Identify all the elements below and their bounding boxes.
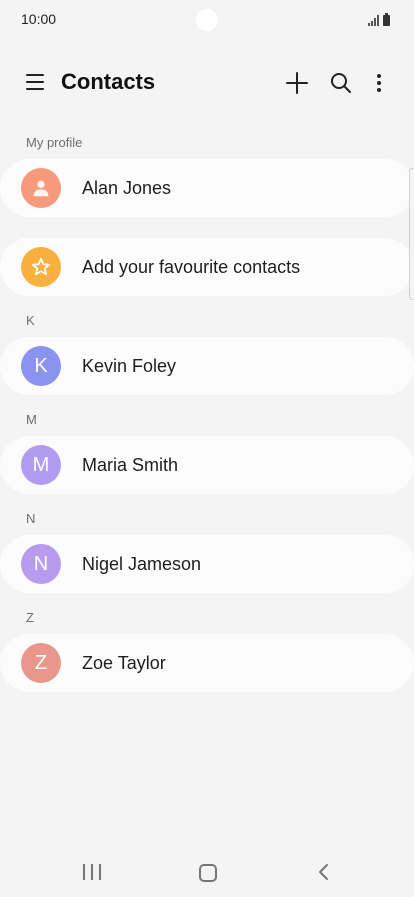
contact-avatar: Z	[21, 643, 61, 683]
menu-icon[interactable]	[26, 74, 44, 90]
star-icon	[31, 257, 51, 276]
app-bar: Contacts	[0, 58, 414, 108]
recents-button[interactable]	[83, 864, 101, 880]
search-icon[interactable]	[329, 71, 353, 95]
contact-row[interactable]: M Maria Smith	[0, 436, 414, 494]
profile-card[interactable]: Alan Jones	[0, 159, 414, 217]
section-label-my-profile: My profile	[26, 135, 83, 150]
status-bar: 10:00	[0, 0, 414, 38]
profile-avatar	[21, 168, 61, 208]
contact-avatar: M	[21, 445, 61, 485]
more-options-icon[interactable]	[367, 71, 391, 95]
back-button[interactable]	[316, 863, 332, 881]
contact-name: Nigel Jameson	[82, 554, 202, 574]
contact-name: Maria Smith	[82, 455, 179, 475]
page-title: Contacts	[61, 69, 156, 94]
favourites-label: Add your favourite contacts	[82, 257, 301, 277]
home-button[interactable]	[199, 864, 217, 882]
section-label-n: N	[26, 511, 36, 526]
contacts-screen: 10:00 Contacts My profile Alan Jones Add…	[0, 0, 414, 897]
favourites-avatar	[21, 247, 61, 287]
add-contact-icon[interactable]	[285, 71, 309, 95]
camera-cutout	[196, 9, 218, 31]
section-label-k: K	[26, 313, 35, 328]
add-favourites-card[interactable]: Add your favourite contacts	[0, 238, 414, 296]
fast-scroll-handle[interactable]	[409, 168, 414, 300]
contact-name: Kevin Foley	[82, 356, 177, 376]
contact-avatar: K	[21, 346, 61, 386]
status-time: 10:00	[21, 11, 57, 27]
contact-avatar: N	[21, 544, 61, 584]
section-label-z: Z	[26, 610, 34, 625]
contact-row[interactable]: Z Zoe Taylor	[0, 634, 414, 692]
person-icon	[33, 180, 49, 197]
battery-icon	[383, 13, 390, 26]
navigation-bar	[0, 848, 414, 897]
status-icons	[368, 12, 390, 26]
profile-name: Alan Jones	[82, 178, 172, 198]
signal-icon	[368, 15, 379, 26]
contact-name: Zoe Taylor	[82, 653, 166, 673]
contact-row[interactable]: N Nigel Jameson	[0, 535, 414, 593]
contact-row[interactable]: K Kevin Foley	[0, 337, 414, 395]
section-label-m: M	[26, 412, 37, 427]
